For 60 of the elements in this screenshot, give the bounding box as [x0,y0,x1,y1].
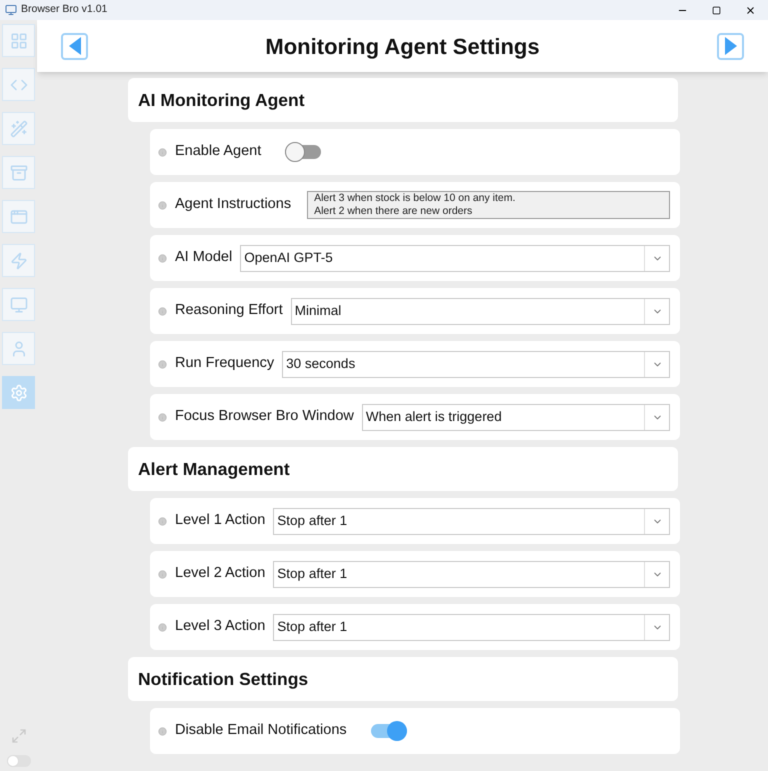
setting-label: AI Model [175,248,232,268]
info-icon [158,306,167,316]
toggle-switch[interactable] [285,142,322,162]
setting-label: Reasoning Effort [175,301,283,320]
left-triangle-icon [68,37,80,55]
toggle-switch[interactable] [370,721,407,741]
sidebar-button[interactable] [2,332,35,365]
dropdown[interactable]: Stop after 1 [273,614,670,640]
info-icon [158,360,167,368]
small-toggle[interactable] [6,755,30,767]
window-icon [10,208,28,226]
monitor-icon [10,296,28,314]
back-button[interactable] [61,32,88,60]
grid-icon [10,32,28,50]
maximize-icon[interactable] [712,6,721,14]
setting-label: Level 2 Action [175,564,266,584]
info-icon [158,254,167,262]
sidebar-button[interactable] [2,156,35,189]
setting-label: Level 1 Action [175,511,266,530]
right-triangle-icon [724,37,736,55]
setting-label: Focus Browser Bro Window [175,407,354,426]
dropdown[interactable]: Stop after 1 [273,508,670,534]
dropdown[interactable]: Stop after 1 [273,560,670,588]
sidebar-button[interactable] [2,288,35,321]
dropdown[interactable]: Minimal [290,298,670,324]
dropdown[interactable]: OpenAI GPT-5 [240,244,670,272]
info-icon [158,412,167,422]
instructions-field[interactable]: Alert 3 when stock is below 10 on any item. Alert 2 when there are new orders [307,191,670,219]
page-title: Monitoring Agent Settings [264,32,541,61]
section-title: Notification Settings [138,668,308,691]
archive-icon [10,164,28,182]
setting-label: Agent Instructions [175,195,292,214]
dropdown[interactable]: When alert is triggered [362,404,670,430]
info-icon [158,200,167,210]
sidebar-button[interactable] [2,200,35,233]
expand-icon[interactable] [10,728,26,744]
setting-label: Disable Email Notifications [175,721,347,740]
info-icon [158,622,167,632]
info-icon [158,516,167,526]
sidebar-button[interactable] [2,376,35,409]
close-icon[interactable] [745,4,756,16]
bolt-icon [10,252,28,270]
sidebar-button[interactable] [2,244,35,277]
info-icon [158,726,167,736]
sidebar-button[interactable] [2,68,35,101]
dropdown[interactable]: 30 seconds [282,350,670,378]
setting-label: Enable Agent [175,142,262,162]
app-icon [5,4,17,16]
forward-button[interactable] [717,32,744,60]
wand-icon [10,120,28,138]
section-title: Alert Management [138,458,290,481]
sidebar-button[interactable] [2,24,35,57]
window-title: Browser Bro v1.01 [21,2,108,18]
setting-label: Level 3 Action [175,617,266,636]
info-icon [158,148,167,156]
settings-icon [10,384,28,402]
info-icon [158,570,167,578]
setting-label: Run Frequency [175,354,274,374]
sidebar-button[interactable] [2,112,35,145]
section-title: AI Monitoring Agent [138,88,305,112]
